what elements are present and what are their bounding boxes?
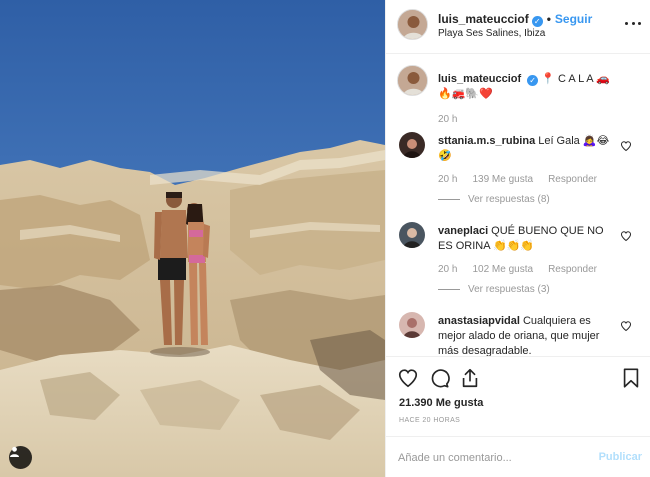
more-options-icon[interactable] — [625, 18, 641, 28]
post-location[interactable]: Playa Ses Salines, Ibiza — [438, 28, 545, 39]
person-icon — [10, 446, 19, 457]
view-replies-label: Ver respuestas (3) — [468, 284, 550, 295]
follow-button[interactable]: Seguir — [555, 12, 592, 26]
comment-input[interactable] — [398, 449, 588, 467]
publish-button[interactable]: Publicar — [599, 451, 642, 463]
comment-icon[interactable] — [428, 367, 450, 389]
heart-icon[interactable] — [397, 367, 419, 389]
tagged-users-button[interactable] — [9, 446, 32, 469]
post-header: luis_mateucciof ✓ • Seguir Playa Ses Saline… — [386, 0, 650, 54]
comments-list[interactable]: luis_mateucciof ✓ 📍 C A L A 🚗 🔥🚒🐘❤️ 20 h — [386, 54, 650, 356]
instagram-post: luis_mateucciof ✓ • Seguir Playa Ses Saline… — [0, 0, 650, 477]
comment-like-heart-icon[interactable] — [620, 140, 632, 152]
reply-button[interactable]: Responder — [548, 174, 597, 185]
caption-line-2: 🔥🚒🐘❤️ — [438, 88, 493, 100]
replies-line — [438, 288, 460, 290]
author-avatar[interactable] — [397, 9, 428, 40]
verified-badge-icon: ✓ — [531, 16, 543, 27]
view-replies-button[interactable]: Ver respuestas (8) — [438, 194, 550, 205]
comment-username[interactable]: vaneplaci — [438, 225, 488, 237]
post-timestamp[interactable]: HACE 20 HORAS — [399, 417, 460, 424]
view-replies-button[interactable]: Ver respuestas (3) — [438, 284, 550, 295]
commenter-avatar-image — [399, 312, 425, 338]
comment-avatar[interactable] — [399, 132, 425, 158]
comment-time[interactable]: 20 h — [438, 264, 457, 275]
author-avatar-image — [398, 10, 427, 39]
author-username[interactable]: luis_mateucciof — [438, 12, 529, 26]
separator-dot: • — [546, 12, 551, 26]
comment-avatar[interactable] — [399, 312, 425, 338]
comment-username[interactable]: sttania.m.s_rubina — [438, 135, 535, 147]
comment-time[interactable]: 20 h — [438, 174, 457, 185]
beach-rocks-photo — [0, 0, 385, 477]
header-username-row: luis_mateucciof ✓ • Seguir — [438, 12, 592, 27]
add-comment-bar: Publicar — [386, 436, 650, 477]
comment-meta: 20 h 139 Me gusta Responder — [438, 174, 612, 185]
caption-username[interactable]: luis_mateucciof — [438, 73, 521, 85]
commenter-avatar-image — [399, 222, 425, 248]
caption-meta: 20 h — [438, 114, 472, 125]
verified-badge-icon: ✓ — [527, 75, 539, 86]
comment-meta: 20 h 102 Me gusta Responder — [438, 264, 612, 275]
view-replies-label: Ver respuestas (8) — [468, 194, 550, 205]
comment-text: anastasiapvidal Cualquiera es mejor alado… — [438, 314, 618, 356]
caption-avatar[interactable] — [397, 65, 428, 96]
commenter-avatar-image — [399, 132, 425, 158]
comment-like-heart-icon[interactable] — [620, 230, 632, 242]
share-icon[interactable] — [459, 367, 481, 389]
comment-username[interactable]: anastasiapvidal — [438, 315, 520, 327]
reply-button[interactable]: Responder — [548, 264, 597, 275]
likes-count[interactable]: 21.390 Me gusta — [399, 397, 483, 409]
comment-likes[interactable]: 102 Me gusta — [472, 264, 533, 275]
comment-likes[interactable]: 139 Me gusta — [472, 174, 533, 185]
comment-text: sttania.m.s_rubina Leí Gala 🙇‍♀️😂🤣 — [438, 134, 618, 164]
post-actions: 21.390 Me gusta HACE 20 HORAS — [386, 356, 650, 446]
replies-line — [438, 198, 460, 200]
caption-text: luis_mateucciof ✓ 📍 C A L A 🚗 🔥🚒🐘❤️ — [438, 72, 628, 102]
post-photo[interactable] — [0, 0, 385, 477]
comment-like-heart-icon[interactable] — [620, 320, 632, 332]
caption-line-1: 📍 C A L A 🚗 — [541, 73, 610, 85]
comment-avatar[interactable] — [399, 222, 425, 248]
caption-time[interactable]: 20 h — [438, 114, 457, 125]
caption-avatar-image — [398, 66, 427, 95]
comment-text: vaneplaci QUÉ BUENO QUE NO ES ORINA 👏👏👏 — [438, 224, 618, 254]
post-side-panel: luis_mateucciof ✓ • Seguir Playa Ses Saline… — [385, 0, 650, 477]
bookmark-icon[interactable] — [620, 367, 642, 389]
